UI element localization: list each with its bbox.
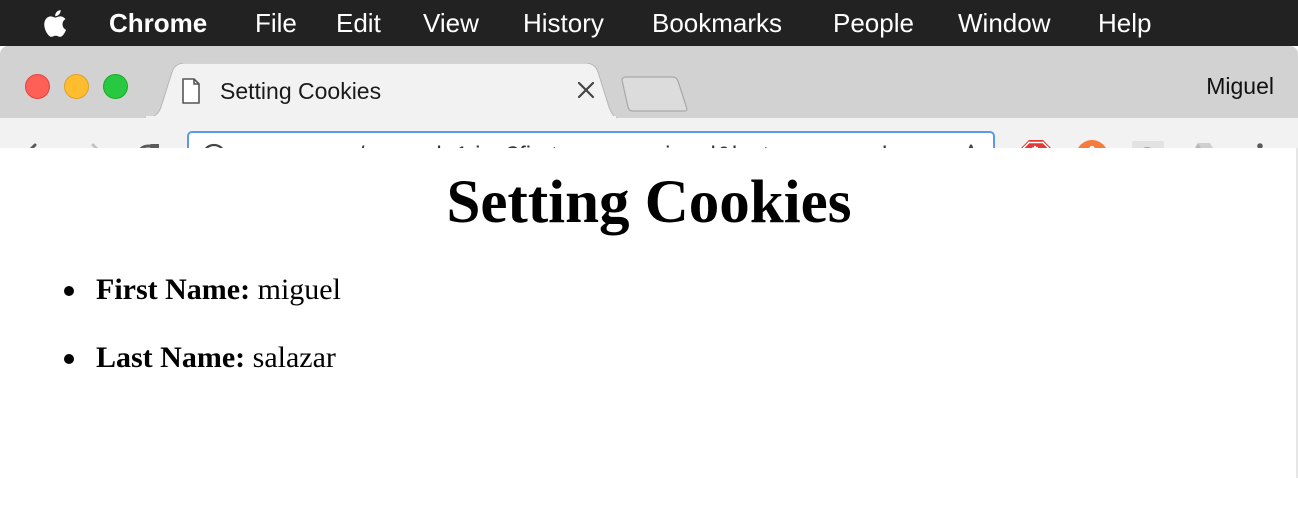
zoom-window-button[interactable] [103,74,128,99]
close-window-button[interactable] [25,74,50,99]
menu-edit[interactable]: Edit [336,7,381,39]
tab-setting-cookies[interactable]: Setting Cookies [145,63,617,118]
apple-logo-icon[interactable] [42,7,70,39]
first-name-value: miguel [257,273,341,306]
menu-file[interactable]: File [255,7,297,39]
close-tab-icon[interactable] [575,79,597,101]
page-heading: Setting Cookies [446,169,852,236]
menu-people[interactable]: People [833,7,914,39]
page-content: Setting Cookies First Name: miguel Last … [0,148,1298,478]
bullet [64,354,74,364]
list-item-last-name: Last Name: salazar [60,340,341,376]
menu-help[interactable]: Help [1098,7,1151,39]
list-item-first-name: First Name: miguel [60,272,341,308]
tab-strip: Setting Cookies Miguel [0,46,1298,118]
profile-name[interactable]: Miguel [1206,71,1274,101]
last-name-value: salazar [252,341,336,374]
tab-title: Setting Cookies [220,78,382,104]
menu-view[interactable]: View [423,7,479,39]
menu-bookmarks[interactable]: Bookmarks [652,7,782,39]
bullet [64,286,74,296]
menu-history[interactable]: History [523,7,604,39]
first-name-label: First Name: [96,273,258,306]
menu-bar: Chrome File Edit View History Bookmarks … [0,0,1298,46]
minimize-window-button[interactable] [64,74,89,99]
new-tab-button[interactable] [620,76,690,112]
menu-app-chrome[interactable]: Chrome [109,7,207,39]
last-name-label: Last Name: [96,341,253,374]
cookie-list: First Name: miguel Last Name: salazar [60,272,341,408]
document-icon [182,78,200,104]
menu-window[interactable]: Window [958,7,1050,39]
